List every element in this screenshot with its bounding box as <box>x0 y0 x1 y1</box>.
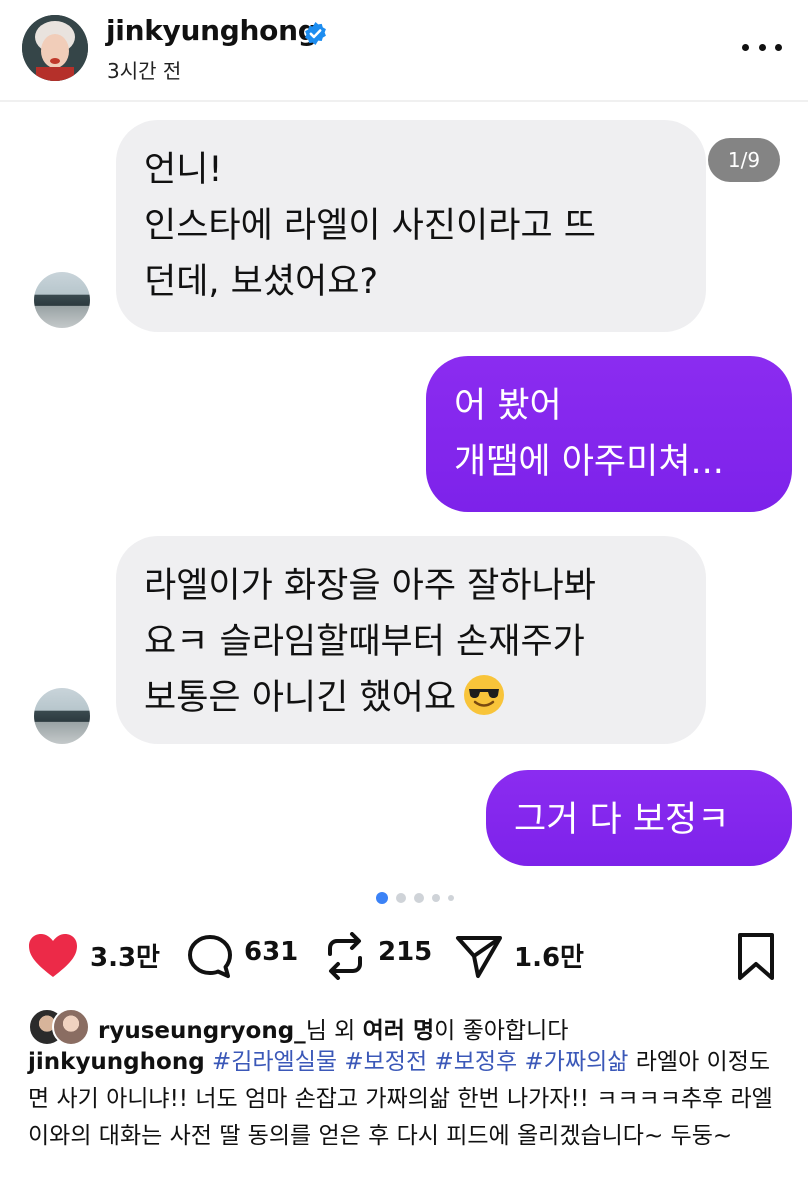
caption-username[interactable]: jinkyunghong <box>28 1049 205 1075</box>
pagination-dot <box>432 894 440 902</box>
share-icon[interactable] <box>454 932 504 980</box>
chat-message-text: 어 봤어 개땜에 아주미쳐... <box>454 386 724 482</box>
bookmark-icon[interactable] <box>736 932 776 982</box>
comment-icon[interactable] <box>186 933 234 981</box>
chat-message-right: 어 봤어 개땜에 아주미쳐... <box>426 356 792 512</box>
likes-summary[interactable]: ryuseungryong_님 외 여러 명이 좋아합니다 <box>28 1008 788 1048</box>
chat-message-right: 그거 다 보정ㅋ <box>486 770 792 866</box>
chat-message-left: 라엘이가 화장을 아주 잘하나봐 요ㅋ 슬라임할때부터 손재주가 보통은 아니긴… <box>116 536 706 744</box>
comments-count[interactable]: 631 <box>244 937 298 967</box>
hashtag[interactable]: #김라엘실물 <box>212 1049 337 1075</box>
hashtag[interactable]: #가짜의삶 <box>525 1049 629 1075</box>
likes-summary-text: ryuseungryong_님 외 여러 명이 좋아합니다 <box>98 1011 568 1045</box>
liker-avatar <box>52 1008 90 1046</box>
pagination-dot <box>448 895 454 901</box>
likes-suffix: 이 좋아합니다 <box>434 1018 569 1044</box>
hashtag[interactable]: #보정후 <box>434 1049 517 1075</box>
likes-suffix: 님 외 <box>305 1018 363 1044</box>
pagination-dot <box>396 893 406 903</box>
shares-count[interactable]: 1.6만 <box>514 937 584 974</box>
chat-avatar <box>34 688 90 744</box>
heart-icon[interactable] <box>28 933 78 979</box>
likes-others[interactable]: 여러 명 <box>363 1018 435 1044</box>
sunglasses-emoji-icon <box>464 675 505 715</box>
verified-badge-icon <box>305 22 326 45</box>
likes-count[interactable]: 3.3만 <box>90 937 160 974</box>
chat-message-left: 언니! 인스타에 라엘이 사진이라고 뜨 던데, 보셨어요? <box>116 120 706 332</box>
carousel-pagination <box>376 892 476 906</box>
liker-username[interactable]: ryuseungryong_ <box>98 1018 306 1044</box>
author-username[interactable]: jinkyunghong <box>106 14 318 47</box>
repost-icon[interactable] <box>322 932 368 980</box>
pagination-dot-active <box>376 892 388 904</box>
chat-message-text: 라엘이가 화장을 아주 잘하나봐 요ㅋ 슬라임할때부터 손재주가 보통은 아니긴… <box>144 566 596 718</box>
post-header: jinkyunghong 3시간 전 <box>0 0 808 100</box>
chat-message-text: 그거 다 보정ㅋ <box>514 800 730 840</box>
pagination-dot <box>414 893 424 903</box>
carousel-counter: 1/9 <box>708 138 780 182</box>
reposts-count[interactable]: 215 <box>378 937 432 967</box>
author-avatar[interactable] <box>22 15 88 81</box>
post-caption: jinkyunghong #김라엘실물 #보정전 #보정후 #가짜의삶 라엘아 … <box>28 1044 788 1155</box>
post-timestamp: 3시간 전 <box>107 59 182 83</box>
more-options-icon[interactable] <box>742 37 782 57</box>
chat-avatar <box>34 272 90 328</box>
hashtag[interactable]: #보정전 <box>344 1049 427 1075</box>
chat-message-text: 언니! 인스타에 라엘이 사진이라고 뜨 던데, 보셨어요? <box>144 150 596 302</box>
post-actions-bar: 3.3만 631 215 1.6만 <box>0 925 808 990</box>
